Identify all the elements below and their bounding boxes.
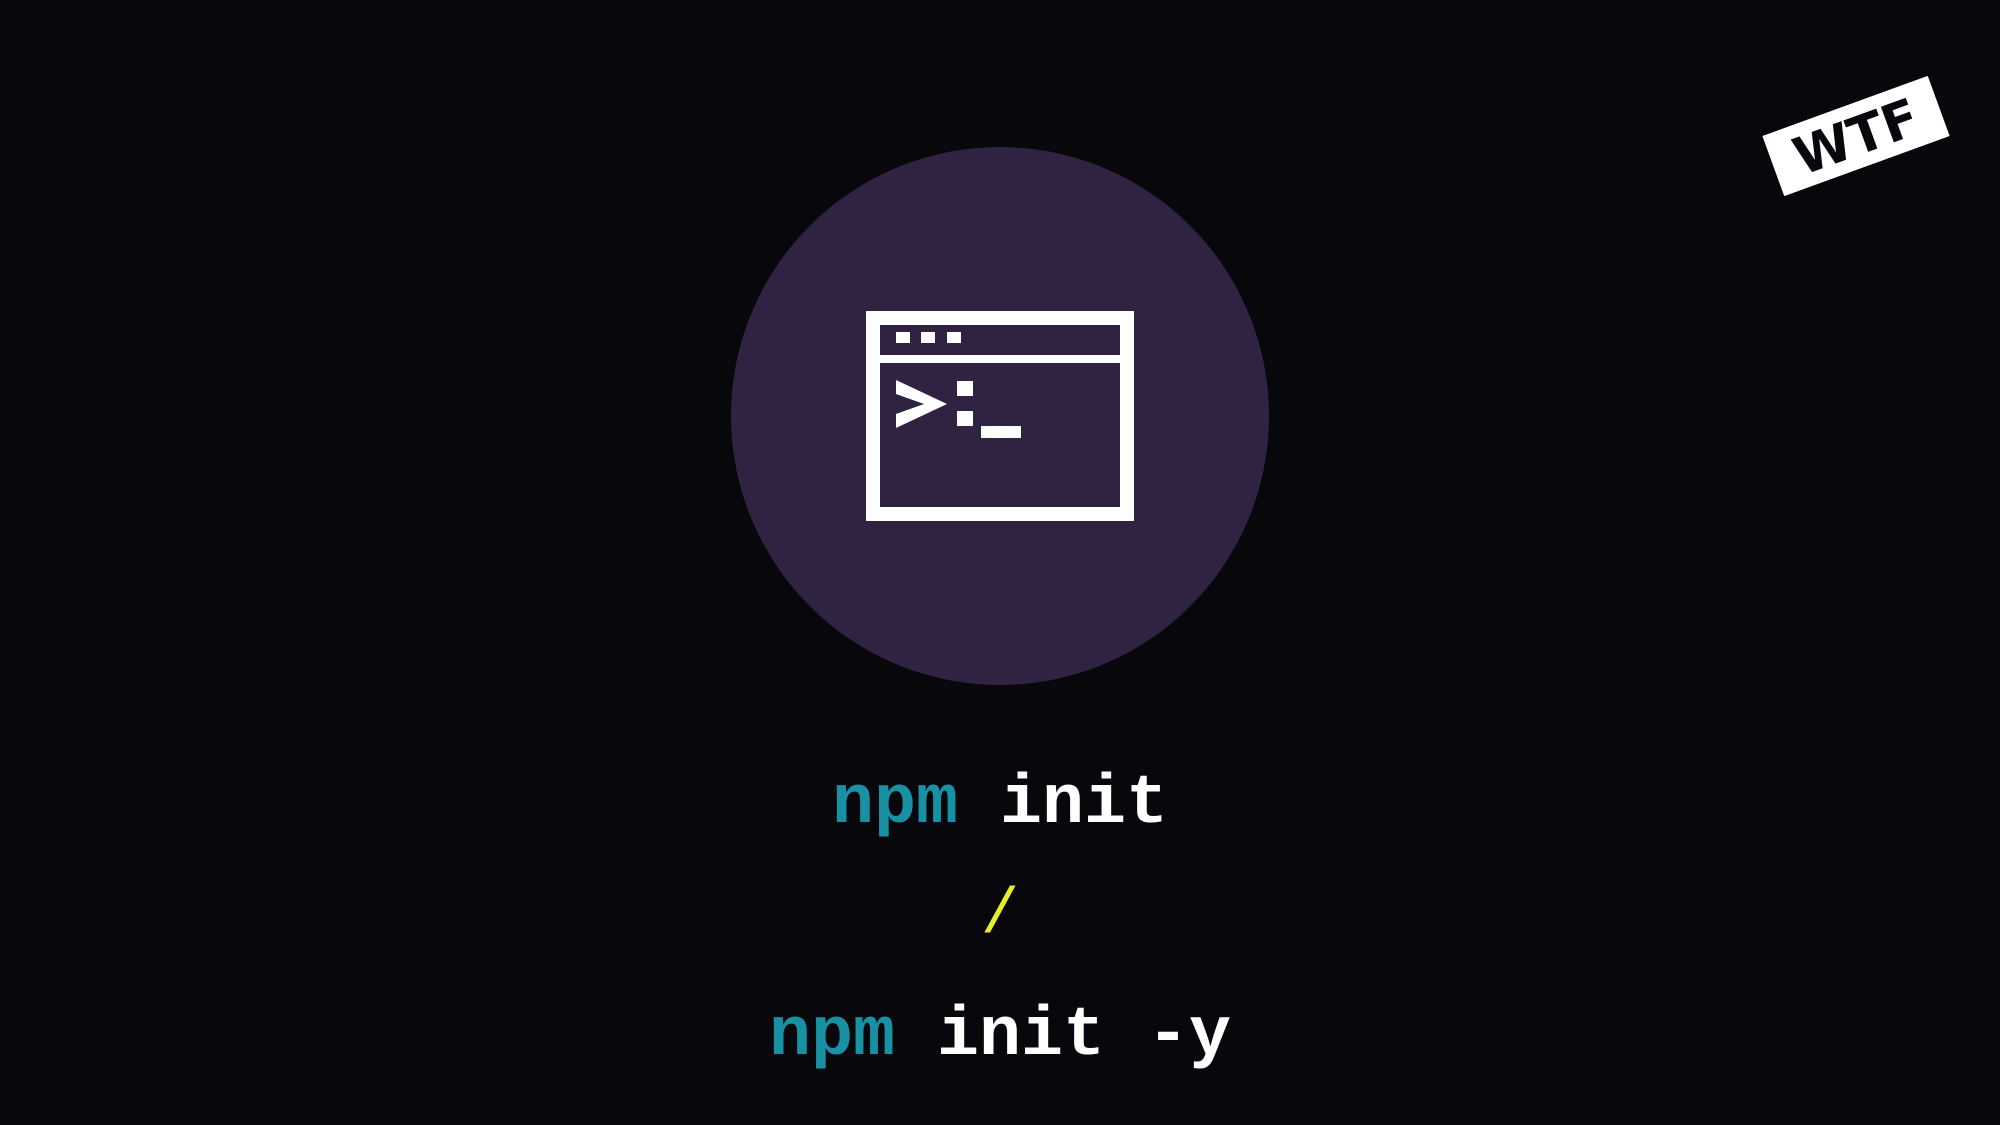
command-args: init — [1000, 765, 1169, 844]
command-separator: / — [0, 880, 2000, 950]
separator-slash: / — [980, 880, 1020, 952]
command-args: init -y — [936, 997, 1232, 1076]
command-npm-init: npm init — [0, 770, 2000, 840]
terminal-window-icon — [866, 311, 1134, 521]
command-keyword: npm — [831, 765, 958, 844]
command-npm-init-y: npm init -y — [0, 1002, 2000, 1072]
command-keyword: npm — [768, 997, 895, 1076]
slide: WTF npm init / npm init -y — [0, 0, 2000, 1125]
wtf-logo-icon: WTF — [1762, 75, 1950, 197]
